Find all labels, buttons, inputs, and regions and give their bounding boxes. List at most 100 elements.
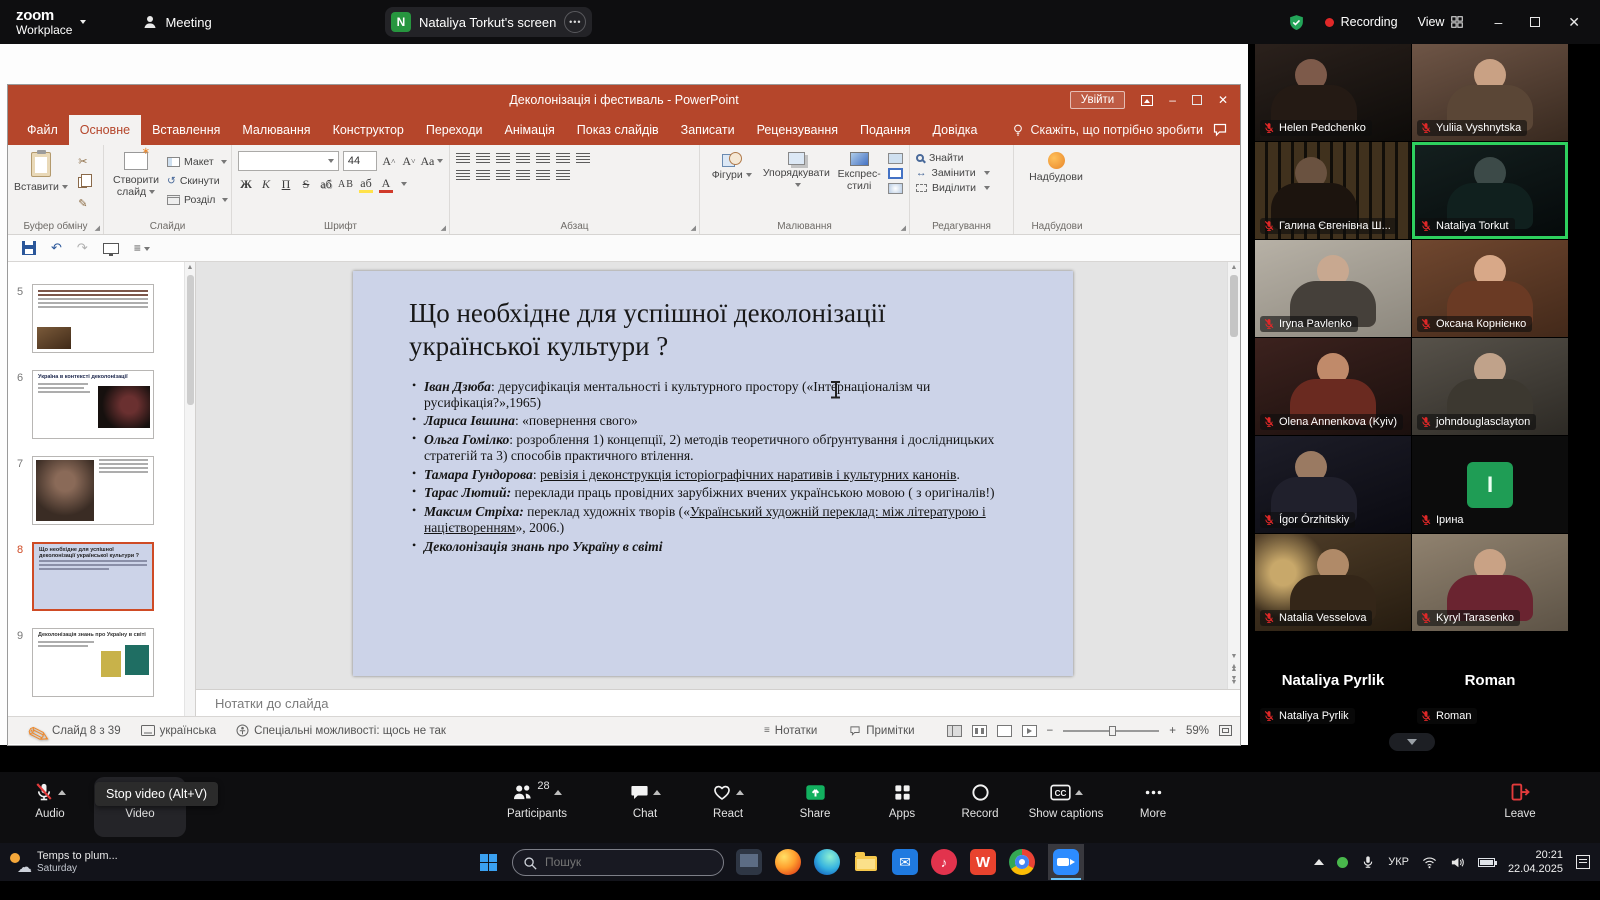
shapes-button[interactable]: Фігури [706,149,757,219]
slide-7-thumbnail[interactable] [32,456,154,525]
thumbnail-row[interactable]: 6 Україна в контексті деколонізації [8,370,195,439]
slide-6-thumbnail[interactable]: Україна в контексті деколонізації [32,370,154,439]
notes-toggle-button[interactable]: ≡Нотатки [764,725,817,737]
bold-button[interactable]: Ж [238,175,254,193]
record-button[interactable]: Record [940,781,1020,820]
slide-counter[interactable]: Слайд 8 з 39 [52,725,121,737]
decrease-indent-button[interactable] [496,153,510,164]
accessibility-checker[interactable]: Спеціальні можливості: щось не так [254,725,446,737]
reset-button[interactable]: ↺Скинути [167,172,228,189]
participant-tile[interactable]: Yuliia Vyshnytska [1412,44,1568,141]
bullets-button[interactable] [456,153,470,164]
gallery-scroll-down-button[interactable] [1389,733,1435,751]
minimize-button[interactable]: – [1494,14,1502,30]
layout-button[interactable]: Макет [167,153,228,170]
tab-review[interactable]: Рецензування [746,115,849,145]
slide-sorter-view-button[interactable] [972,725,987,737]
tab-slideshow[interactable]: Показ слайдів [566,115,670,145]
react-chevron-icon[interactable] [736,790,744,795]
slide-canvas[interactable]: Що необхідне для успішної деколонізації … [353,271,1073,676]
wps-office-icon[interactable]: W [970,849,996,875]
participant-tile[interactable]: johndouglasclayton [1412,338,1568,435]
leave-button[interactable]: Leave [1478,781,1562,820]
slideshow-view-button[interactable] [1022,725,1037,737]
participant-tile[interactable]: Iryna Pavlenko [1255,240,1411,337]
mic-tray-icon[interactable] [1361,855,1375,869]
audio-options-chevron-icon[interactable] [58,790,66,795]
comments-toggle-button[interactable]: Примітки [849,725,914,737]
copy-button[interactable] [73,174,93,191]
thumbnail-row[interactable]: 5 [8,284,195,353]
quick-styles-button[interactable]: Експрес-стилі [835,149,883,219]
convert-smartart-button[interactable] [556,170,570,181]
ribbon-display-options-icon[interactable] [1141,95,1153,106]
chat-button[interactable]: Chat [605,781,685,820]
text-shadow-button[interactable]: аб [318,175,334,193]
participant-tile[interactable]: Olena Annenkova (Kyiv) [1255,338,1411,435]
slide-5-thumbnail[interactable] [32,284,154,353]
select-button[interactable]: Виділити [916,182,990,194]
view-button[interactable]: View [1418,15,1465,29]
tab-home[interactable]: Основне [69,115,141,145]
align-right-button[interactable] [496,170,510,181]
fit-to-window-button[interactable] [1219,725,1232,736]
replace-button[interactable]: ↔Замінити [916,167,990,179]
columns-button[interactable] [576,153,590,164]
volume-icon[interactable] [1450,855,1465,870]
shape-outline-icon[interactable] [888,168,903,179]
workspace-chevron-icon[interactable] [80,20,86,24]
italic-button[interactable]: К [258,175,274,193]
increase-indent-button[interactable] [516,153,530,164]
shape-effects-icon[interactable] [888,183,903,194]
maximize-button[interactable] [1530,17,1540,27]
participant-tile[interactable]: Natalia Vesselova [1255,534,1411,631]
scrollbar-thumb[interactable] [187,275,194,405]
font-name-select[interactable] [238,151,339,171]
tab-transitions[interactable]: Переходи [415,115,494,145]
participant-tile[interactable]: Kyryl Tarasenko [1412,534,1568,631]
participant-tile[interactable]: Галина Євгенівна Ш... [1255,142,1411,239]
shared-screen-options-icon[interactable]: ••• [564,11,586,33]
participant-tile[interactable]: I Ірина [1412,436,1568,533]
ppt-restore-button[interactable] [1192,95,1202,105]
start-slideshow-button[interactable] [103,243,119,254]
edge-icon[interactable] [814,849,840,875]
slide-8-thumbnail-selected[interactable]: Що необхідне для успішної деколонізації … [32,542,154,611]
media-app-icon[interactable]: ♪ [931,849,957,875]
participant-tile[interactable]: Ígor Órzhitskiy [1255,436,1411,533]
participant-tile[interactable]: Helen Pedchenko [1255,44,1411,141]
increase-font-button[interactable]: А˄ [381,152,397,170]
change-case-button[interactable]: Аа [421,152,443,170]
section-button[interactable]: Розділ [167,191,228,208]
tell-me-search[interactable]: Скажіть, що потрібно зробити [1011,115,1204,145]
task-view-icon[interactable] [736,849,762,875]
thumbnail-scrollbar[interactable]: ▲ [184,262,195,716]
paste-button[interactable]: Вставити [14,149,68,219]
notes-pane[interactable]: Нотатки до слайда [196,689,1240,716]
tab-insert[interactable]: Вставлення [141,115,231,145]
normal-view-button[interactable] [947,725,962,737]
action-center-icon[interactable] [1576,855,1590,869]
network-icon[interactable] [1422,855,1437,870]
line-spacing-button[interactable] [536,153,550,164]
reading-view-button[interactable] [997,725,1012,737]
decrease-font-button[interactable]: А˅ [401,152,417,170]
previous-slide-button[interactable]: ▲▲ [1231,665,1238,673]
scroll-down-icon[interactable]: ▼ [1231,653,1238,660]
captions-chevron-icon[interactable] [1075,790,1083,795]
file-explorer-icon[interactable] [853,849,879,875]
shared-screen-tab[interactable]: N Nataliya Torkut's screen ••• [385,7,592,37]
participants-chevron-icon[interactable] [554,790,562,795]
drawing-dialog-launcher-icon[interactable]: ◢ [901,224,906,232]
zoom-percentage[interactable]: 59% [1186,725,1209,737]
tab-file[interactable]: Файл [16,115,69,145]
tab-design[interactable]: Конструктор [322,115,415,145]
zoom-slider[interactable] [1063,730,1159,732]
new-slide-button[interactable]: Створити слайд [110,149,162,219]
addins-button[interactable]: Надбудови [1020,149,1092,184]
taskbar-weather-widget[interactable]: Temps to plum... Saturday [8,850,158,874]
scrollbar-thumb[interactable] [1230,275,1238,337]
language-switcher[interactable]: УКР [1388,856,1409,868]
more-button[interactable]: More [1113,781,1193,820]
text-direction-button[interactable] [556,153,570,164]
